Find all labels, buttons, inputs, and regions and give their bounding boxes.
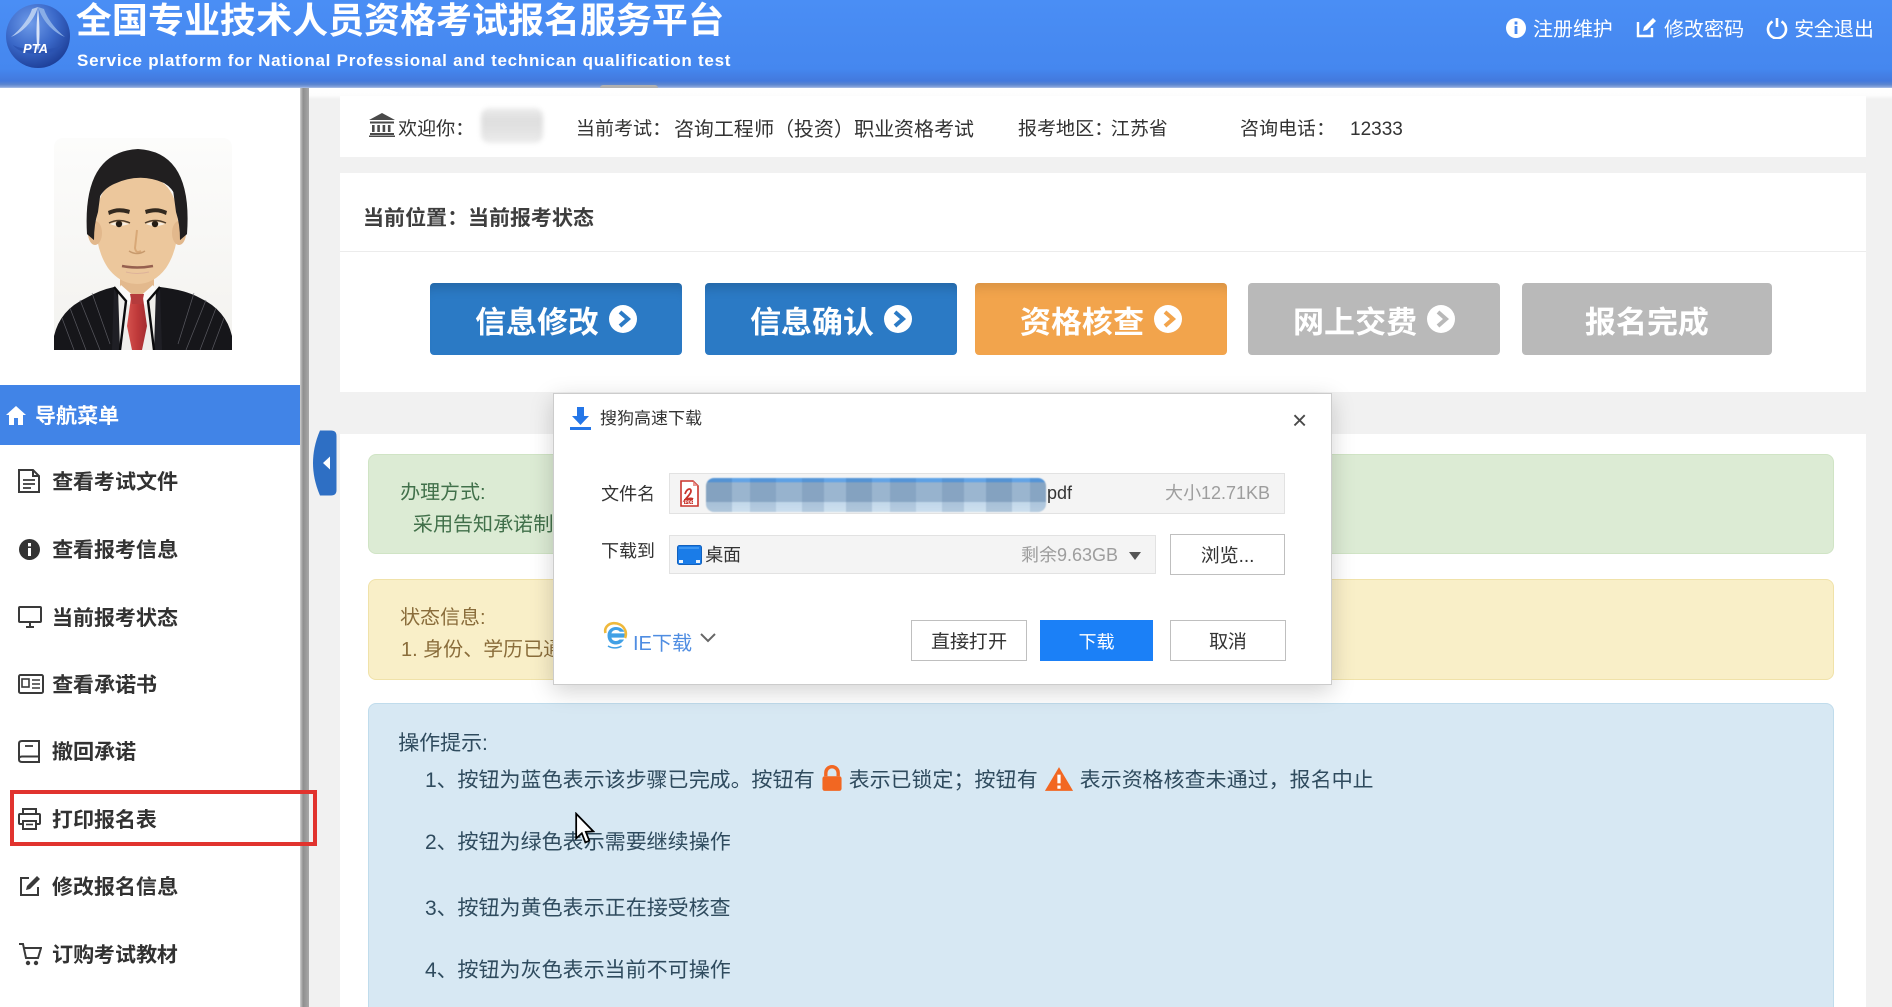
svg-text:PDF: PDF xyxy=(685,499,694,504)
svg-text:PTA: PTA xyxy=(23,41,48,56)
